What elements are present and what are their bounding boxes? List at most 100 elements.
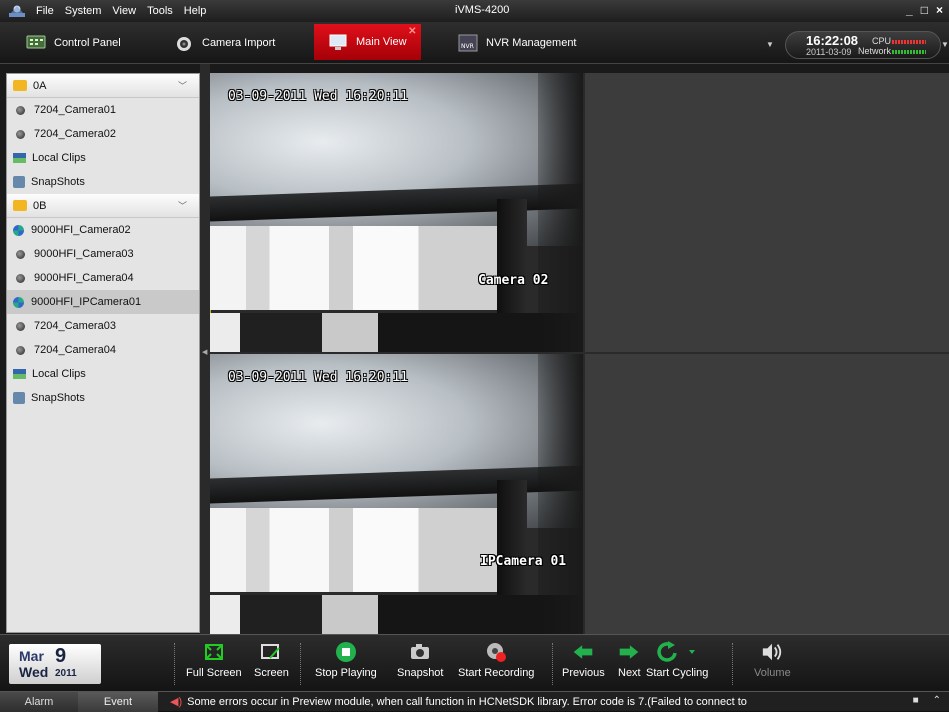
grid-divider: [583, 73, 585, 634]
camera-item[interactable]: 7204_Camera02: [7, 122, 199, 146]
network-label: Network: [858, 46, 892, 56]
local-clips-item[interactable]: Local Clips: [7, 146, 199, 170]
camera-item[interactable]: 9000HFI_Camera03: [7, 242, 199, 266]
camera-label: 9000HFI_IPCamera01: [31, 296, 142, 308]
status-bar: Alarm Event ◀) Some errors occur in Previ…: [0, 691, 949, 712]
playback-toolbar: Mar 9 Wed 2011 Full Screen Screen Stop P…: [0, 634, 949, 691]
date-year: 2011: [55, 668, 77, 679]
video-pane-3[interactable]: 03-09-2011 Wed 16:20:11 IPCamera 01: [210, 354, 583, 634]
date-display: Mar 9 Wed 2011: [9, 644, 101, 684]
item-label: Local Clips: [32, 152, 86, 164]
clock-dropdown-icon[interactable]: ▼: [941, 40, 949, 49]
osd-timestamp: 03-09-2011 Wed 16:20:11: [228, 89, 409, 104]
tab-alarm[interactable]: Alarm: [0, 691, 78, 712]
camera-item[interactable]: 9000HFI_Camera04: [7, 266, 199, 290]
cpu-meter: [892, 40, 926, 44]
app-logo-icon: [9, 5, 25, 17]
button-label: Start Cycling: [646, 667, 709, 679]
item-label: SnapShots: [31, 392, 85, 404]
toolbar-separator: [174, 643, 175, 685]
button-label: Volume: [754, 667, 791, 679]
expand-up-icon[interactable]: ⌃: [933, 695, 941, 706]
camera-snapshot-icon: [409, 641, 431, 663]
previous-button[interactable]: Previous: [562, 641, 605, 679]
camera-item-selected[interactable]: 9000HFI_IPCamera01: [7, 290, 199, 314]
camera-icon: [16, 105, 25, 115]
camera-label: 7204_Camera03: [34, 320, 116, 332]
window-title: iVMS-4200: [455, 4, 510, 16]
toolbar-separator: [732, 643, 733, 685]
snapshots-item[interactable]: SnapShots: [7, 386, 199, 410]
chevron-down-icon[interactable]: ﹀: [178, 79, 187, 92]
button-label: Snapshot: [397, 667, 444, 679]
tab-dropdown-icon[interactable]: ▼: [766, 40, 774, 49]
camera-label: 9000HFI_Camera02: [31, 224, 131, 236]
camera-import-icon: [177, 37, 191, 51]
clock-widget: 16:22:08 2011-03-09 CPU Network: [785, 31, 941, 59]
tab-nvr-management[interactable]: NVR NVR Management: [458, 26, 577, 60]
camera-item[interactable]: 7204_Camera03: [7, 314, 199, 338]
tab-event[interactable]: Event: [78, 691, 158, 712]
snapshots-item[interactable]: SnapShots: [7, 170, 199, 194]
video-pane-1[interactable]: 03-09-2011 Wed 16:20:11 Camera 02: [210, 73, 583, 352]
toolbar-separator: [300, 643, 301, 685]
close-icon[interactable]: ×: [936, 3, 943, 17]
cycle-icon: [655, 641, 699, 663]
main-view-icon: [329, 34, 347, 50]
button-label: Start Recording: [458, 667, 535, 679]
menu-system[interactable]: System: [65, 5, 102, 17]
chevron-down-icon[interactable]: ﹀: [178, 199, 187, 212]
camera-item[interactable]: 7204_Camera01: [7, 98, 199, 122]
arrow-right-icon: [618, 641, 640, 663]
clips-icon: [13, 153, 26, 163]
snapshot-icon: [13, 392, 25, 404]
camera-label: 9000HFI_Camera03: [34, 248, 134, 260]
nvr-icon: NVR: [458, 34, 478, 52]
local-clips-item[interactable]: Local Clips: [7, 362, 199, 386]
camera-item[interactable]: 9000HFI_Camera02: [7, 218, 199, 242]
stop-playing-button[interactable]: Stop Playing: [315, 641, 377, 679]
collapse-panel-icon[interactable]: ◀: [202, 348, 207, 356]
menu-view[interactable]: View: [112, 5, 136, 17]
module-tab-bar: Control Panel Camera Import Main View ✕ …: [0, 22, 949, 64]
menu-file[interactable]: File: [36, 5, 54, 17]
next-button[interactable]: Next: [618, 641, 641, 679]
start-cycling-button[interactable]: Start Cycling: [646, 641, 708, 679]
button-label: Next: [618, 667, 641, 679]
tab-control-panel[interactable]: Control Panel: [26, 26, 121, 60]
ip-camera-icon: [13, 296, 24, 308]
clock-date: 2011-03-09: [806, 47, 852, 57]
volume-button[interactable]: Volume: [754, 641, 791, 679]
start-recording-button[interactable]: Start Recording: [458, 641, 534, 679]
camera-item[interactable]: 7204_Camera04: [7, 338, 199, 362]
screen-layout-button[interactable]: Screen: [254, 641, 289, 679]
folder-icon: [13, 200, 27, 211]
tab-main-view[interactable]: Main View ✕: [314, 24, 421, 60]
minimize-icon[interactable]: _: [906, 3, 913, 17]
camera-icon: [16, 345, 25, 355]
item-label: SnapShots: [31, 176, 85, 188]
status-controls: ■ ⌃: [913, 695, 941, 706]
menu-help[interactable]: Help: [184, 5, 207, 17]
item-label: Local Clips: [32, 368, 86, 380]
restore-icon[interactable]: ■: [913, 695, 919, 706]
button-label: Full Screen: [186, 667, 242, 679]
video-pane-4-empty[interactable]: [585, 354, 949, 634]
close-tab-icon[interactable]: ✕: [408, 26, 416, 37]
svg-text:NVR: NVR: [461, 43, 474, 50]
tab-label: Camera Import: [202, 37, 276, 49]
osd-timestamp: 03-09-2011 Wed 16:20:11: [228, 370, 409, 385]
snapshot-button[interactable]: Snapshot: [397, 641, 443, 679]
cpu-label: CPU: [872, 36, 892, 46]
menu-bar: File System View Tools Help: [36, 5, 206, 17]
video-pane-2-empty[interactable]: [585, 73, 949, 352]
stop-icon: [335, 641, 357, 663]
full-screen-button[interactable]: Full Screen: [186, 641, 242, 679]
menu-tools[interactable]: Tools: [147, 5, 173, 17]
group-0b[interactable]: 0B ﹀: [7, 194, 199, 218]
folder-icon: [13, 80, 27, 91]
tab-camera-import[interactable]: Camera Import: [174, 26, 275, 60]
group-0a[interactable]: 0A ﹀: [7, 74, 199, 98]
camera-label: 7204_Camera01: [34, 104, 116, 116]
maximize-icon[interactable]: □: [921, 3, 928, 17]
